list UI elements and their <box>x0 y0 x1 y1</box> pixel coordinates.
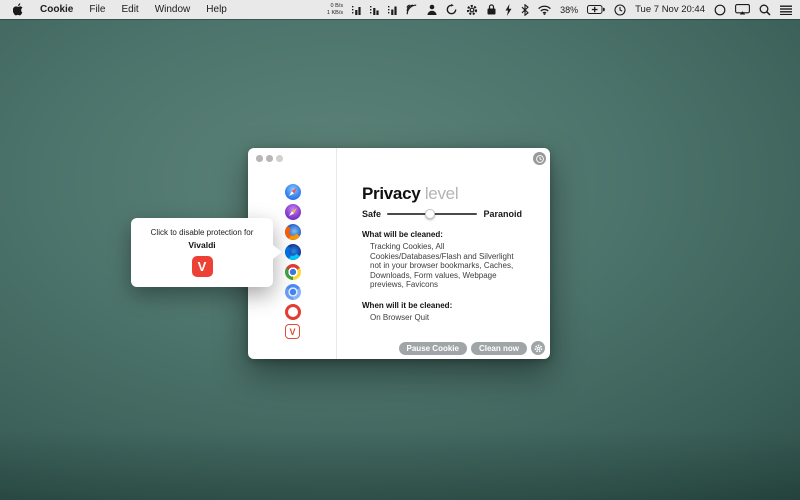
user-icon[interactable] <box>427 4 437 15</box>
desktop-wallpaper: Cookie File Edit Window Help 0 B/s 1 KB/… <box>0 0 800 500</box>
slider-label-safe: Safe <box>362 209 381 219</box>
browser-icon-firefox-developer[interactable] <box>285 244 301 260</box>
what-cleaned-body: Tracking Cookies, All Cookies/Databases/… <box>362 242 520 290</box>
settings-gear-button[interactable] <box>531 341 545 355</box>
slider-label-paranoid: Paranoid <box>483 209 522 219</box>
browser-icon-opera[interactable] <box>285 304 301 320</box>
vivaldi-logo-letter: V <box>289 327 295 337</box>
battery-percent-text[interactable]: 38% <box>560 5 578 15</box>
app-menu-cookie[interactable]: Cookie <box>40 4 73 15</box>
lock-icon[interactable] <box>487 4 496 15</box>
disk-meter-icon[interactable] <box>388 4 397 15</box>
browser-icon-firefox[interactable] <box>285 224 301 240</box>
network-throughput-text[interactable]: 0 B/s 1 KB/s <box>327 3 343 16</box>
when-cleaned-body: On Browser Quit <box>362 313 520 323</box>
what-cleaned-heading: What will be cleaned: <box>362 230 522 239</box>
vivaldi-icon: V <box>192 256 213 277</box>
spotlight-search-icon[interactable] <box>759 4 771 16</box>
browser-icon-chrome[interactable] <box>285 264 301 280</box>
apple-menu-icon[interactable] <box>13 3 24 16</box>
gear-icon[interactable] <box>466 4 478 16</box>
timer-clock-button[interactable] <box>533 152 546 165</box>
bolt-icon[interactable] <box>505 4 512 16</box>
clean-now-button[interactable]: Clean now <box>471 342 527 355</box>
window-bottom-bar: Pause Cookie Clean now <box>399 341 545 355</box>
sync-icon[interactable] <box>446 4 457 15</box>
tooltip-browser-name: Vivaldi <box>131 240 273 250</box>
wifi-icon[interactable] <box>538 5 551 15</box>
menu-help[interactable]: Help <box>206 4 227 15</box>
clock-icon[interactable] <box>614 4 626 16</box>
vivaldi-protection-tooltip: Click to disable protection for Vivaldi … <box>131 218 273 287</box>
when-cleaned-heading: When will it be cleaned: <box>362 301 522 310</box>
browser-icon-safari[interactable] <box>285 184 301 200</box>
menu-bar-clock-text[interactable]: Tue 7 Nov 20:44 <box>635 4 705 15</box>
privacy-slider[interactable] <box>387 213 477 215</box>
page-title: Privacy level <box>362 184 522 204</box>
browser-icon-vivaldi[interactable]: V <box>285 324 300 339</box>
tooltip-text: Click to disable protection for <box>131 228 273 237</box>
browser-icon-chromium[interactable] <box>285 284 301 300</box>
privacy-slider-thumb[interactable] <box>425 209 435 219</box>
memory-meter-icon[interactable] <box>370 4 379 15</box>
cookie-app-window: V Privacy level Safe Paranoid What will … <box>248 148 550 359</box>
notification-center-icon[interactable] <box>780 5 792 15</box>
browser-icon-safari-tech-preview[interactable] <box>285 204 301 220</box>
signal-arcs-icon[interactable] <box>406 4 418 15</box>
menu-edit[interactable]: Edit <box>121 4 138 15</box>
menu-window[interactable]: Window <box>155 4 191 15</box>
privacy-slider-row: Safe Paranoid <box>362 209 522 219</box>
cpu-meter-icon[interactable] <box>352 4 361 15</box>
menu-file[interactable]: File <box>89 4 105 15</box>
circle-icon[interactable] <box>714 4 726 16</box>
bluetooth-icon[interactable] <box>521 4 529 16</box>
battery-icon[interactable] <box>587 5 605 14</box>
tooltip-arrow <box>273 245 282 259</box>
pause-cookie-button[interactable]: Pause Cookie <box>399 342 467 355</box>
menu-bar: Cookie File Edit Window Help 0 B/s 1 KB/… <box>0 0 800 19</box>
privacy-panel: Privacy level Safe Paranoid What will be… <box>362 184 522 323</box>
display-airplay-icon[interactable] <box>735 4 750 15</box>
